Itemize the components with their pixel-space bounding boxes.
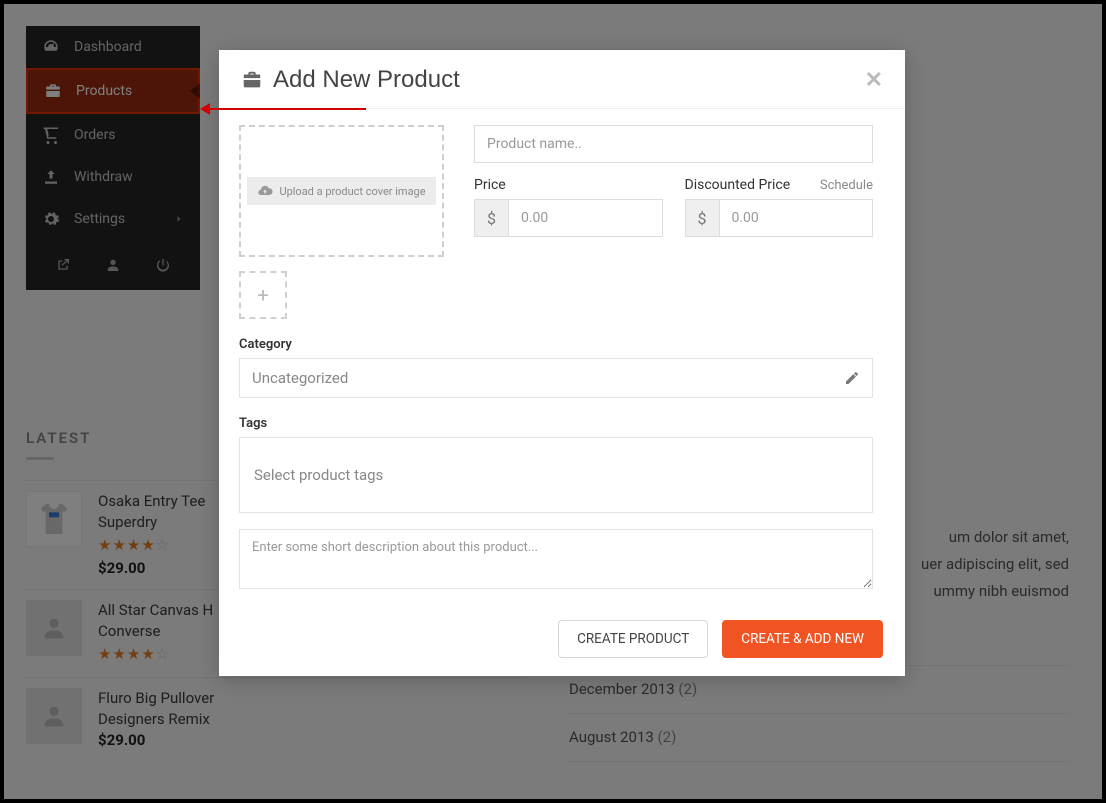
modal-scroll-area[interactable]: Upload a product cover image Price $: [219, 109, 893, 606]
cloud-upload-icon: [257, 183, 273, 199]
annotation-arrow-line: [206, 108, 366, 110]
modal-header: Add New Product ✕: [219, 50, 905, 109]
currency-symbol: $: [474, 199, 508, 237]
cover-image-upload[interactable]: Upload a product cover image: [239, 125, 444, 257]
add-product-modal: Add New Product ✕ Upload a product cover…: [219, 50, 905, 676]
discounted-price-input[interactable]: [719, 199, 874, 237]
close-icon[interactable]: ✕: [865, 68, 883, 93]
create-and-add-new-button[interactable]: CREATE & ADD NEW: [722, 620, 883, 658]
create-product-button[interactable]: CREATE PRODUCT: [558, 620, 708, 658]
currency-symbol: $: [685, 199, 719, 237]
tags-placeholder: Select product tags: [254, 466, 383, 484]
tags-input[interactable]: Select product tags: [239, 437, 873, 513]
product-name-input[interactable]: [474, 125, 873, 163]
modal-footer: CREATE PRODUCT CREATE & ADD NEW: [219, 606, 905, 676]
upload-label: Upload a product cover image: [279, 185, 425, 198]
price-label: Price: [474, 177, 663, 193]
tags-label: Tags: [239, 416, 873, 431]
modal-title: Add New Product: [273, 66, 460, 94]
category-select[interactable]: Uncategorized: [239, 358, 873, 398]
schedule-link[interactable]: Schedule: [820, 178, 873, 193]
price-input[interactable]: [508, 199, 663, 237]
category-label: Category: [239, 337, 873, 352]
add-image-button[interactable]: +: [239, 271, 287, 319]
category-value: Uncategorized: [252, 369, 348, 387]
discounted-price-label: Discounted Price: [685, 177, 791, 193]
briefcase-icon: [241, 69, 263, 91]
description-input[interactable]: [239, 529, 873, 589]
edit-icon: [844, 370, 860, 386]
